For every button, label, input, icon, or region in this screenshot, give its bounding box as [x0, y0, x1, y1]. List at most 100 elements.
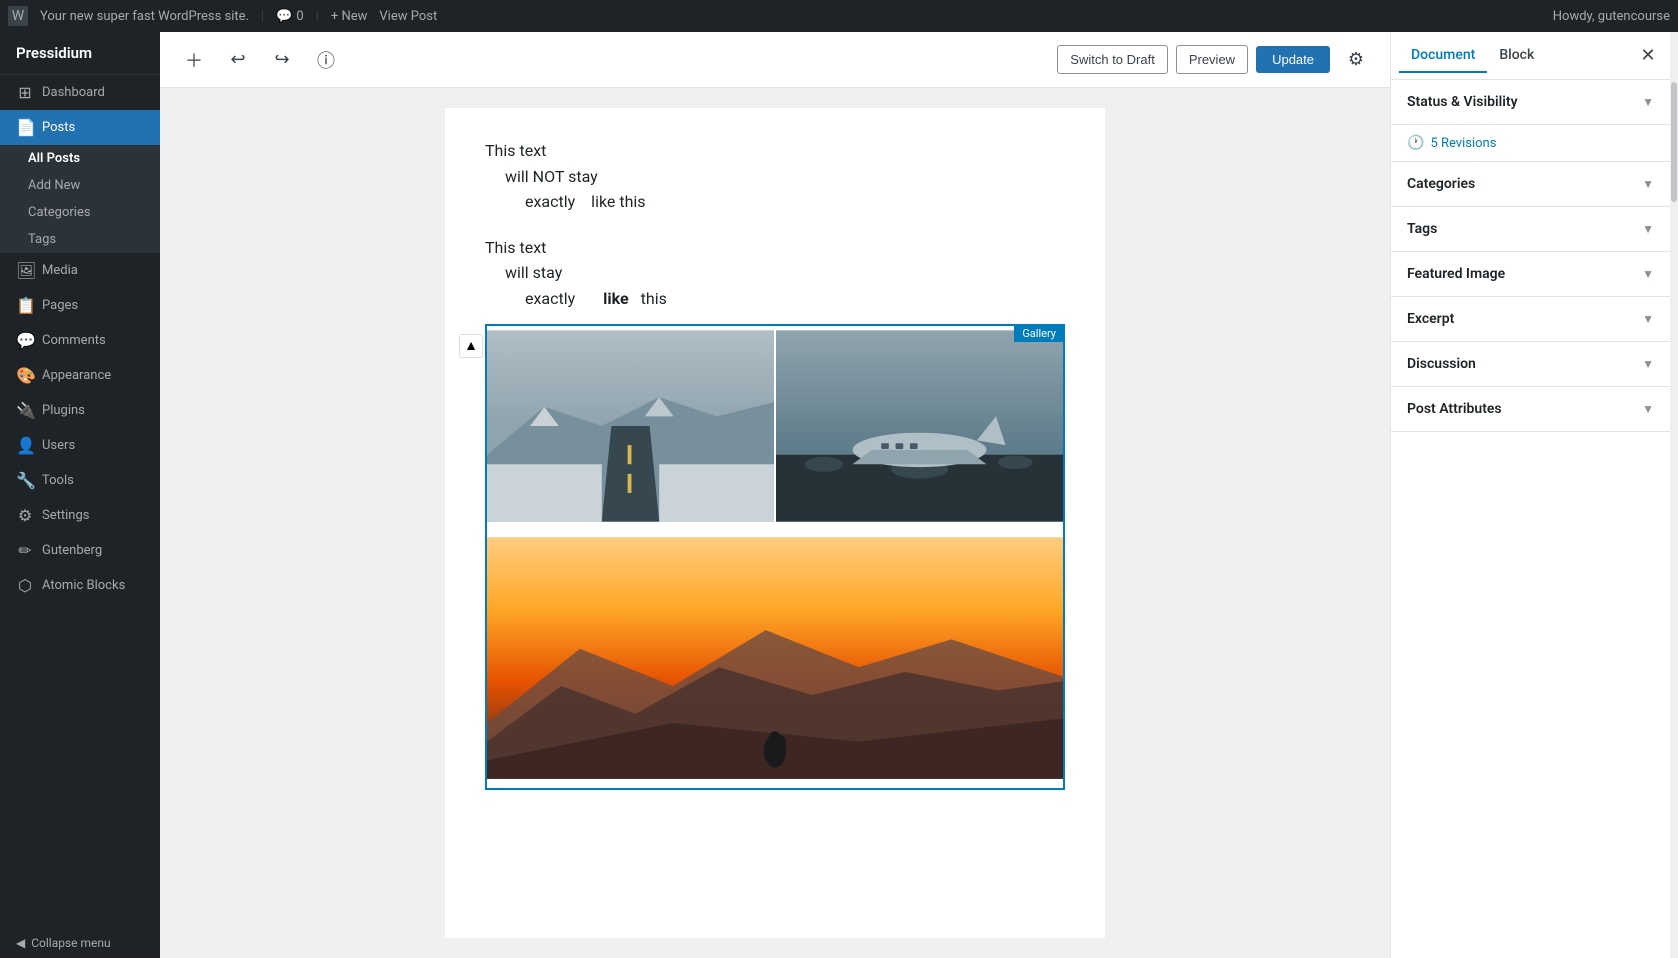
text-like-this: like this [591, 192, 645, 211]
revisions-label: 5 Revisions [1430, 136, 1496, 151]
status-visibility-label: Status & Visibility [1407, 94, 1518, 110]
redo-button[interactable]: ↪ [264, 42, 300, 78]
dashboard-icon: ⊞ [16, 83, 34, 102]
sidebar-item-users[interactable]: 👤 Users [0, 428, 160, 463]
sidebar-label-pages: Pages [42, 298, 78, 313]
settings-gear-button[interactable]: ⚙ [1338, 42, 1374, 78]
sidebar-label-all-posts: All Posts [28, 151, 80, 166]
site-name[interactable]: Your new super fast WordPress site. [40, 9, 249, 24]
sidebar-label-plugins: Plugins [42, 403, 85, 418]
settings-icon: ⚙ [16, 506, 34, 525]
sidebar-item-categories[interactable]: Categories [0, 199, 160, 226]
sidebar-item-plugins[interactable]: 🔌 Plugins [0, 393, 160, 428]
sidebar-label-tags: Tags [28, 232, 56, 247]
close-icon: ✕ [1640, 45, 1655, 66]
sidebar-item-atomic-blocks[interactable]: ⬡ Atomic Blocks [0, 568, 160, 603]
post-attributes-label: Post Attributes [1407, 401, 1502, 417]
sidebar-item-dashboard[interactable]: ⊞ Dashboard [0, 75, 160, 110]
chevron-down-icon-excerpt: ▼ [1642, 312, 1654, 326]
sidebar-item-settings[interactable]: ⚙ Settings [0, 498, 160, 533]
right-panel-close-button[interactable]: ✕ [1634, 42, 1662, 70]
sidebar-item-add-new[interactable]: Add New [0, 172, 160, 199]
gallery-move-button[interactable]: ▲ [459, 334, 483, 358]
gear-icon: ⚙ [1348, 49, 1364, 70]
collapse-menu[interactable]: ◀ Collapse menu [0, 928, 160, 958]
panel-section-featured-image: Featured Image ▼ [1391, 252, 1670, 297]
text-this: this [641, 289, 667, 308]
scrollbar-thumb[interactable] [1671, 82, 1677, 202]
editor-canvas[interactable]: This text will NOT stay exactly like thi… [445, 108, 1105, 938]
comments-icon: 💬 [16, 331, 34, 350]
text-like-bold: like [603, 289, 629, 308]
info-icon: ⓘ [317, 47, 335, 73]
text-line-1-3: exactly like this [485, 189, 1065, 215]
tab-block[interactable]: Block [1487, 39, 1546, 73]
right-panel: Document Block ✕ Status & Visibility ▼ 🕐 [1390, 32, 1670, 958]
tools-icon: 🔧 [16, 471, 34, 490]
text-exactly-1: exactly [525, 192, 575, 211]
editor-content: This text will NOT stay exactly like thi… [160, 88, 1390, 958]
sidebar-item-tags[interactable]: Tags [0, 226, 160, 253]
appearance-icon: 🎨 [16, 366, 34, 385]
categories-label: Categories [1407, 176, 1475, 192]
panel-section-header-categories[interactable]: Categories ▼ [1391, 162, 1670, 206]
sidebar-item-gutenberg[interactable]: ✏ Gutenberg [0, 533, 160, 568]
panel-section-header-excerpt[interactable]: Excerpt ▼ [1391, 297, 1670, 341]
update-button[interactable]: Update [1256, 46, 1330, 73]
atomic-blocks-icon: ⬡ [16, 576, 34, 595]
sidebar-brand: Pressidium [0, 32, 160, 75]
featured-image-label: Featured Image [1407, 266, 1505, 282]
tags-label: Tags [1407, 221, 1437, 237]
admin-bar-view-post[interactable]: View Post [379, 9, 437, 24]
sidebar: Pressidium ⊞ Dashboard 📄 Posts All Posts… [0, 32, 160, 958]
panel-section-categories: Categories ▼ [1391, 162, 1670, 207]
text-exactly-2: exactly [525, 289, 575, 308]
sidebar-item-pages[interactable]: 📋 Pages [0, 288, 160, 323]
sidebar-item-media[interactable]: 🖼 Media [0, 253, 160, 288]
sidebar-item-comments[interactable]: 💬 Comments [0, 323, 160, 358]
admin-bar-comments[interactable]: 💬 0 [276, 9, 304, 24]
panel-section-header-tags[interactable]: Tags ▼ [1391, 207, 1670, 251]
sidebar-item-posts[interactable]: 📄 Posts [0, 110, 160, 145]
switch-to-draft-button[interactable]: Switch to Draft [1057, 45, 1168, 74]
gallery-block[interactable]: Gallery ▲ [485, 324, 1065, 790]
sidebar-label-media: Media [42, 263, 78, 278]
text-block-2[interactable]: This text will stay exactly like this [485, 235, 1065, 312]
admin-bar-new[interactable]: + New [331, 9, 368, 24]
sidebar-item-appearance[interactable]: 🎨 Appearance [0, 358, 160, 393]
panel-section-header-featured-image[interactable]: Featured Image ▼ [1391, 252, 1670, 296]
sidebar-label-categories: Categories [28, 205, 91, 220]
panel-section-header-post-attributes[interactable]: Post Attributes ▼ [1391, 387, 1670, 431]
revisions-link[interactable]: 🕐 5 Revisions [1391, 125, 1670, 161]
right-panel-body: Status & Visibility ▼ 🕐 5 Revisions Cate… [1391, 80, 1670, 958]
text-line-2-2: will stay [485, 260, 1065, 286]
undo-button[interactable]: ↩ [220, 42, 256, 78]
sidebar-label-users: Users [42, 438, 75, 453]
gutenberg-icon: ✏ [16, 541, 34, 560]
text-line-2-1: This text [485, 235, 1065, 261]
editor-area: ＋ ↩ ↪ ⓘ Switch to Draft Preview Update [160, 32, 1390, 958]
tab-document[interactable]: Document [1399, 39, 1487, 73]
chevron-down-icon-tags: ▼ [1642, 222, 1654, 236]
info-button[interactable]: ⓘ [308, 42, 344, 78]
chevron-down-icon-post-attrs: ▼ [1642, 402, 1654, 416]
sidebar-label-tools: Tools [42, 473, 74, 488]
gallery-label: Gallery [1014, 325, 1064, 342]
panel-section-header-discussion[interactable]: Discussion ▼ [1391, 342, 1670, 386]
text-line-1-1: This text [485, 138, 1065, 164]
add-block-button[interactable]: ＋ [176, 42, 212, 78]
sidebar-item-all-posts[interactable]: All Posts [0, 145, 160, 172]
sidebar-label-atomic-blocks: Atomic Blocks [42, 578, 125, 593]
text-line-1-2: will NOT stay [485, 164, 1065, 190]
gallery-grid-top [487, 326, 1063, 526]
right-scrollbar[interactable] [1670, 32, 1678, 958]
media-icon: 🖼 [16, 261, 34, 280]
panel-section-post-attributes: Post Attributes ▼ [1391, 387, 1670, 432]
text-line-2-3: exactly like this [485, 286, 1065, 312]
panel-section-header-status[interactable]: Status & Visibility ▼ [1391, 80, 1670, 124]
text-block-1[interactable]: This text will NOT stay exactly like thi… [485, 138, 1065, 215]
sidebar-item-tools[interactable]: 🔧 Tools [0, 463, 160, 498]
chevron-down-icon-featured: ▼ [1642, 267, 1654, 281]
wp-logo[interactable]: W [8, 6, 28, 26]
preview-button[interactable]: Preview [1176, 45, 1248, 74]
